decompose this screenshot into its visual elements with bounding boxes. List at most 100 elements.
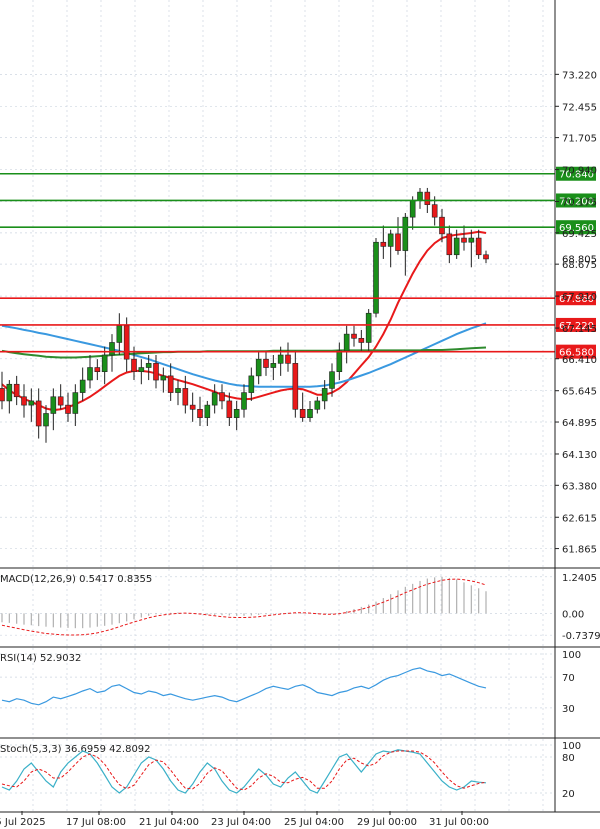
candle-body [446, 233, 453, 256]
price-tick-label: 68.675 [562, 260, 597, 271]
price-levels: 70.84070.20069.56067.86067.22066.58068.8… [0, 166, 597, 359]
price-chart: 70.84070.20069.56067.86067.22066.58068.8… [0, 0, 600, 828]
indicator-tick-label: 100 [562, 650, 581, 661]
price-tick-label: 71.705 [562, 134, 597, 145]
candles [0, 187, 489, 443]
candle-body [255, 358, 262, 377]
candle-body [131, 358, 137, 373]
candle-body [329, 371, 335, 389]
indicator-tick-label: 70 [562, 673, 575, 684]
candle-body [28, 400, 35, 406]
candle-body [453, 237, 460, 256]
price-tick-label: 67.910 [562, 292, 597, 303]
candle-body [351, 333, 357, 339]
price-tick-label: 70.940 [562, 166, 597, 177]
candle-body [226, 400, 233, 418]
candle-body [189, 404, 196, 410]
ma-line-fast [1, 230, 487, 412]
candle-body [409, 200, 416, 218]
candle-body [79, 379, 86, 393]
price-tick-label: 66.410 [562, 355, 597, 366]
date-label: 21 Jul 04:00 [139, 817, 199, 828]
candle-body [219, 392, 225, 402]
indicator-tick-label: 30 [562, 704, 575, 715]
candle-body [248, 375, 255, 393]
candle-body [13, 383, 20, 398]
candle-body [109, 342, 115, 356]
candle-body [402, 216, 409, 251]
date-label: 31 Jul 00:00 [429, 817, 489, 828]
candle-body [204, 404, 211, 418]
candle-body [175, 388, 181, 393]
candle-body [387, 233, 394, 247]
candle-body [123, 325, 130, 360]
stoch-pane: 10080 20 Stoch(5,3,3) 36.6959 42.8092 [0, 739, 600, 813]
date-label: 29 Jul 00:00 [357, 817, 417, 828]
candle-body [94, 367, 101, 373]
candle-body [72, 392, 79, 414]
candle-body [263, 358, 269, 368]
price-tick-label: 62.615 [562, 513, 597, 524]
candle-body [0, 388, 5, 402]
candle-body [299, 408, 306, 418]
rsi-pane: 100 70 30 RSI(14) 52.9032 [0, 648, 600, 739]
price-tick-label: 64.895 [562, 418, 597, 429]
candle-body [35, 400, 42, 427]
candle-body [57, 396, 64, 406]
candle-body [380, 241, 387, 247]
candle-body [65, 404, 71, 414]
candle-body [270, 363, 277, 368]
candle-body [439, 216, 445, 235]
candle-body [395, 233, 401, 251]
candle-body [87, 367, 93, 381]
candle-body [424, 191, 431, 205]
indicator-tick-label: 80 [562, 753, 575, 764]
candle-body [197, 408, 203, 418]
candle-body [116, 325, 123, 343]
candle-body [365, 312, 372, 343]
candle-body [292, 363, 299, 410]
price-tick-label: 63.380 [562, 481, 597, 492]
moving-averages [1, 230, 487, 412]
ma-line-medium [1, 322, 487, 388]
candle-body [277, 354, 284, 364]
price-tick-label: 64.130 [562, 450, 597, 461]
candle-body [475, 237, 482, 256]
date-label: 25 Jul 04:00 [284, 817, 344, 828]
macd-signal-line [1, 578, 487, 636]
candle-body [138, 367, 145, 373]
stoch-k-line [1, 749, 487, 794]
candle-body [307, 408, 313, 418]
ma-line-slow [1, 346, 487, 359]
candle-body [336, 350, 343, 373]
price-tick-label: 65.645 [562, 387, 597, 398]
candle-body [211, 392, 218, 406]
candle-body [153, 363, 159, 381]
date-axis: 15 Jul 2025 17 Jul 08:00 21 Jul 04:00 23 Ju… [0, 811, 489, 828]
indicator-label: Stoch(5,3,3) 36.6959 42.8092 [0, 744, 151, 755]
main-grid [0, 0, 555, 568]
candle-body [358, 337, 365, 343]
candle-body [417, 191, 423, 201]
price-tick-label: 67.145 [562, 324, 597, 335]
indicator-label: MACD(12,26,9) 0.5417 0.8355 [0, 574, 152, 585]
macd-pane: 1.2405 0.00 -0.7379 MACD(12,26,9) 0.5417 0.… [0, 569, 600, 648]
candle-body [160, 375, 167, 381]
indicator-tick-label: 100 [562, 741, 581, 752]
date-label: 17 Jul 08:00 [66, 817, 126, 828]
price-tick-label: 72.455 [562, 102, 597, 113]
price-tick-label: 61.865 [562, 545, 597, 556]
candle-body [343, 333, 350, 352]
candle-body [461, 237, 467, 243]
candle-body [50, 396, 57, 414]
candle-body [6, 383, 13, 402]
date-label: 15 Jul 2025 [0, 817, 46, 828]
candle-body [321, 388, 328, 402]
price-tick-label: 70.175 [562, 198, 597, 209]
candle-body [373, 241, 379, 314]
candle-body [182, 388, 189, 406]
candle-body [21, 396, 27, 406]
candle-body [145, 363, 152, 368]
rsi-line [1, 667, 487, 706]
candle-body [233, 408, 240, 418]
